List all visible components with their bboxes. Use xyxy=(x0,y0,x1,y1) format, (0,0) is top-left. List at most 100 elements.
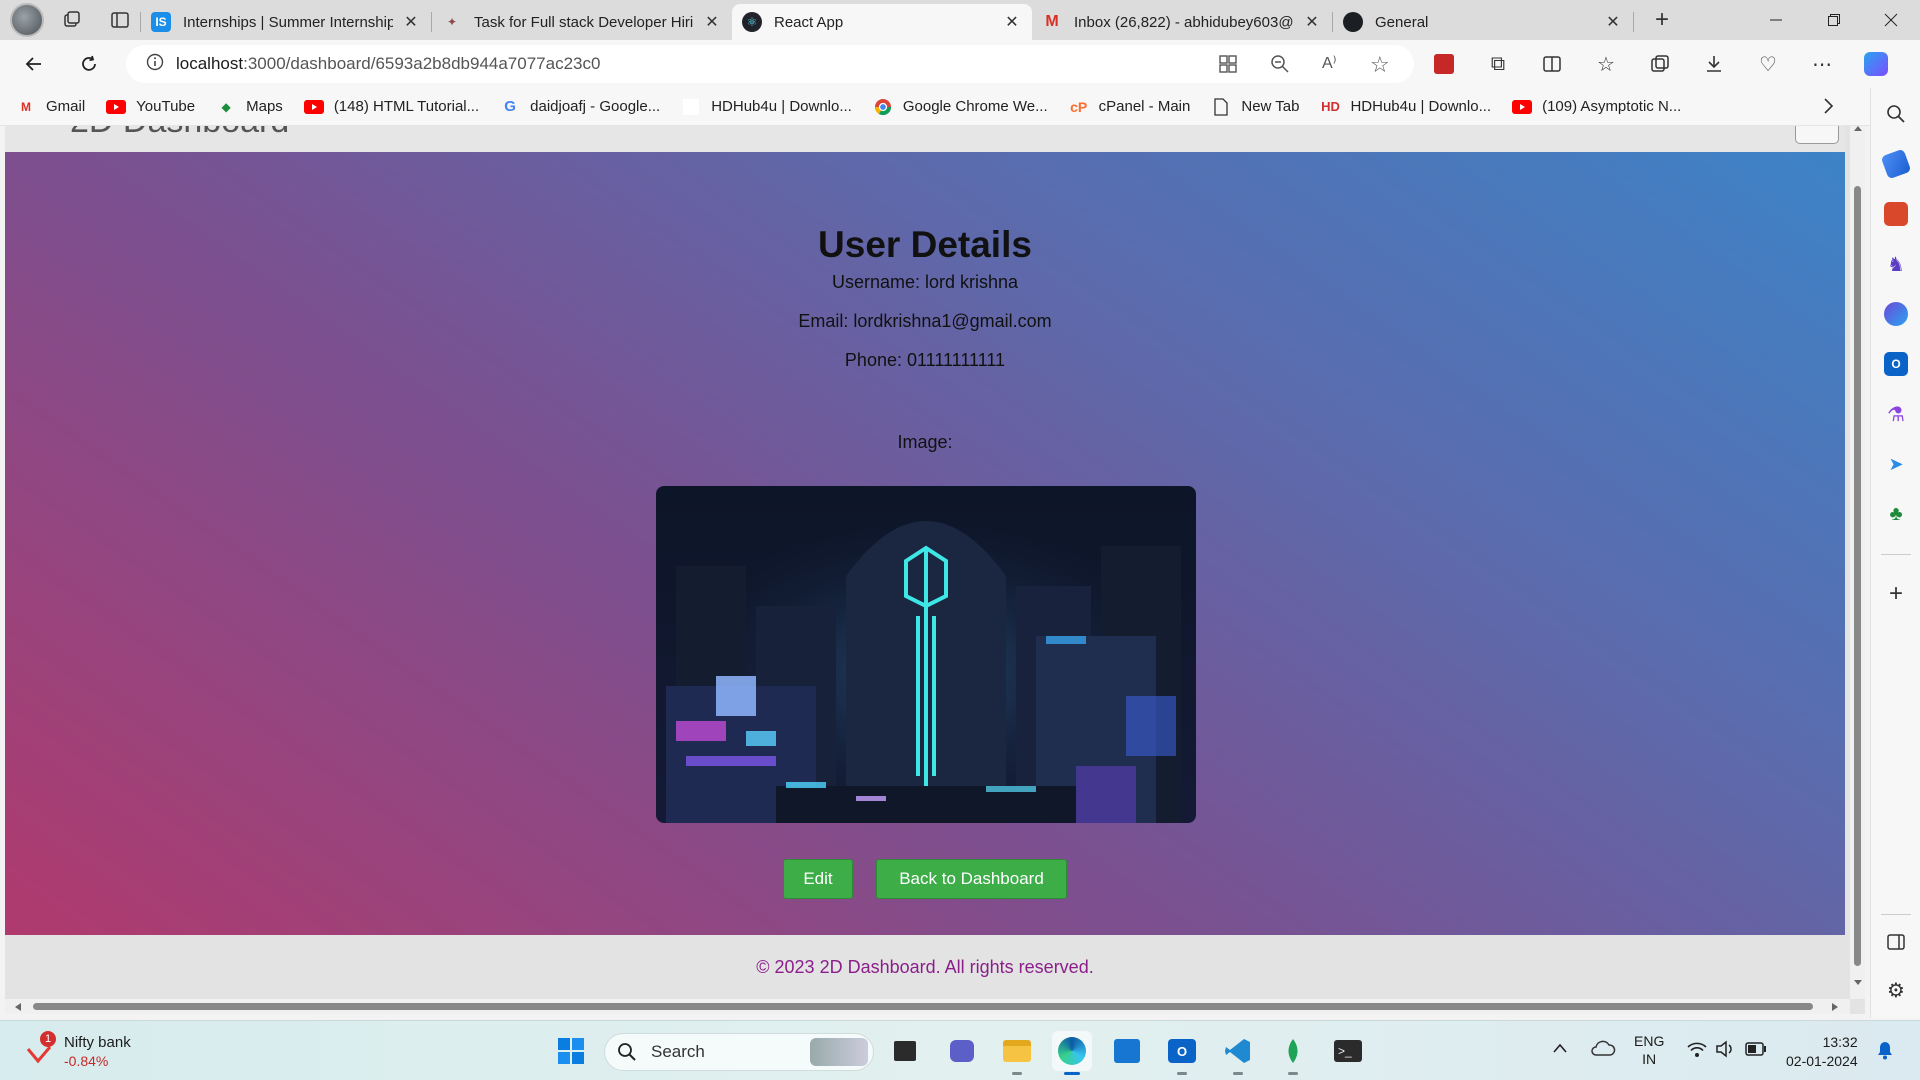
designer-icon[interactable]: ⚗ xyxy=(1884,402,1908,426)
bookmark-label: HDHub4u | Downlo... xyxy=(1350,98,1492,115)
settings-gear-icon[interactable]: ⚙ xyxy=(1884,978,1908,1002)
close-icon[interactable]: ✕ xyxy=(1002,12,1022,32)
back-to-dashboard-button[interactable]: Back to Dashboard xyxy=(876,859,1067,899)
add-sidebar-app-icon[interactable]: + xyxy=(1884,580,1908,607)
internshala-icon: IS xyxy=(151,12,171,32)
restore-icon[interactable] xyxy=(1805,0,1863,40)
stock-widget[interactable]: 1 Nifty bank -0.84% xyxy=(22,1029,162,1073)
main-content: User Details Username: lord krishna Emai… xyxy=(5,152,1845,935)
collections-icon[interactable] xyxy=(1640,44,1680,84)
scroll-right-icon[interactable] xyxy=(1830,1002,1840,1012)
close-window-icon[interactable] xyxy=(1862,0,1920,40)
bookmark-asymptotic[interactable]: (109) Asymptotic N... xyxy=(1512,98,1681,115)
zoom-icon[interactable] xyxy=(1270,54,1290,79)
tab-task[interactable]: ✦ Task for Full stack Developer Hirin ✕ xyxy=(432,4,732,40)
browser-essentials-icon[interactable]: ♡ xyxy=(1748,44,1788,84)
youtube-icon xyxy=(106,99,127,115)
bookmark-label: (148) HTML Tutorial... xyxy=(333,98,480,115)
bookmark-maps[interactable]: ◆ Maps xyxy=(216,98,283,115)
maps-icon: ◆ xyxy=(221,99,231,114)
close-icon[interactable]: ✕ xyxy=(1603,12,1623,32)
split-screen-icon[interactable] xyxy=(1532,44,1572,84)
header-brand[interactable]: 2D Dashboard xyxy=(70,126,289,141)
bookmark-hdhub-2[interactable]: HD HDHub4u | Downlo... xyxy=(1320,98,1491,115)
file-explorer-icon[interactable] xyxy=(997,1031,1037,1075)
tab-gmail[interactable]: M Inbox (26,822) - abhidubey603@ ✕ xyxy=(1032,4,1332,40)
new-tab-icon[interactable]: + xyxy=(1642,3,1682,37)
start-windows-icon[interactable] xyxy=(551,1031,591,1071)
horizontal-scrollbar[interactable] xyxy=(5,999,1850,1014)
edit-button[interactable]: Edit xyxy=(783,859,853,899)
bookmark-label: New Tab xyxy=(1241,98,1300,115)
minimize-icon[interactable] xyxy=(1747,0,1805,40)
outlook-icon[interactable]: O xyxy=(1884,352,1908,376)
scroll-up-icon[interactable] xyxy=(1853,126,1863,134)
battery-icon[interactable] xyxy=(1745,1042,1767,1061)
page-footer: © 2023 2D Dashboard. All rights reserved… xyxy=(5,935,1845,999)
language-indicator[interactable]: ENG IN xyxy=(1634,1032,1664,1068)
outlook-new-icon[interactable]: O xyxy=(1162,1031,1202,1075)
volume-icon[interactable] xyxy=(1715,1040,1737,1063)
tab-react-app[interactable]: ⚛ React App ✕ xyxy=(732,4,1032,40)
address-bar[interactable]: localhost:3000/dashboard/6593a2b8db944a7… xyxy=(126,45,1414,83)
show-hidden-icons-chevron-icon[interactable] xyxy=(1552,1041,1568,1059)
favorites-icon[interactable]: ☆ xyxy=(1586,44,1626,84)
tree-icon[interactable]: ♣ xyxy=(1884,502,1908,526)
vscode-icon[interactable] xyxy=(1218,1031,1258,1075)
tab-internships[interactable]: IS Internships | Summer Internship ✕ xyxy=(141,4,431,40)
edge-browser-icon[interactable] xyxy=(1052,1031,1092,1075)
bookmark-google[interactable]: Gdaidjoafj - Google... xyxy=(500,98,660,115)
extensions-puzzle-icon[interactable]: ⧉ xyxy=(1478,44,1518,84)
games-chess-icon[interactable]: ♞ xyxy=(1884,252,1908,276)
onedrive-cloud-icon[interactable] xyxy=(1590,1039,1616,1064)
read-aloud-icon[interactable]: A⁾ xyxy=(1322,53,1337,73)
back-icon[interactable] xyxy=(14,44,54,84)
copilot-icon[interactable] xyxy=(1856,44,1896,84)
bookmarks-more-icon[interactable] xyxy=(1822,97,1834,120)
vertical-scrollbar[interactable] xyxy=(1850,126,1865,999)
bookmark-youtube[interactable]: YouTube xyxy=(106,98,195,115)
send-plane-icon[interactable]: ➤ xyxy=(1884,452,1908,476)
refresh-icon[interactable] xyxy=(69,44,109,84)
site-info-icon[interactable] xyxy=(146,53,164,76)
terminal-icon[interactable]: >_ xyxy=(1328,1031,1368,1071)
bookmark-hdhub-1[interactable]: HDHub4u | Downlo... xyxy=(681,98,852,115)
extension-red-icon[interactable] xyxy=(1424,44,1464,84)
favorite-star-icon[interactable]: ☆ xyxy=(1370,52,1390,78)
vertical-scroll-thumb[interactable] xyxy=(1854,186,1861,966)
bookmark-new-tab[interactable]: New Tab xyxy=(1211,97,1300,116)
task-view-icon[interactable] xyxy=(885,1031,925,1071)
notification-bell-icon[interactable] xyxy=(1876,1040,1894,1065)
microsoft-365-icon[interactable] xyxy=(1884,302,1908,326)
page-viewport: 2D Dashboard User Details Username: lord… xyxy=(5,126,1865,1014)
close-icon[interactable]: ✕ xyxy=(1302,12,1322,32)
workspaces-icon[interactable] xyxy=(52,3,92,37)
tools-briefcase-icon[interactable] xyxy=(1884,202,1908,226)
microsoft-store-icon[interactable] xyxy=(1107,1031,1147,1071)
toolbar-extensions: ⧉ ☆ ♡ ⋯ xyxy=(1420,44,1896,84)
scroll-down-icon[interactable] xyxy=(1853,978,1863,988)
tab-github[interactable]: General ✕ xyxy=(1333,4,1633,40)
bookmark-html-tutorial[interactable]: (148) HTML Tutorial... xyxy=(303,98,480,115)
app-available-icon[interactable] xyxy=(1218,54,1238,79)
mongodb-compass-icon[interactable] xyxy=(1273,1031,1313,1075)
close-icon[interactable]: ✕ xyxy=(702,12,722,32)
bookmark-cpanel[interactable]: cP cPanel - Main xyxy=(1069,98,1190,115)
taskbar-search[interactable]: Search xyxy=(604,1033,874,1071)
bookmark-gmail[interactable]: M Gmail xyxy=(16,98,85,115)
scroll-left-icon[interactable] xyxy=(13,1002,23,1012)
close-icon[interactable]: ✕ xyxy=(401,12,421,32)
more-menu-icon[interactable]: ⋯ xyxy=(1802,44,1842,84)
search-icon[interactable] xyxy=(1884,102,1908,126)
hide-sidebar-icon[interactable] xyxy=(1884,930,1908,954)
downloads-icon[interactable] xyxy=(1694,44,1734,84)
wifi-icon[interactable] xyxy=(1686,1040,1708,1063)
horizontal-scroll-thumb[interactable] xyxy=(33,1003,1813,1010)
navbar-toggle-button[interactable] xyxy=(1795,126,1839,144)
vertical-tabs-icon[interactable] xyxy=(100,3,140,37)
shopping-tag-icon[interactable] xyxy=(1880,148,1912,180)
teams-chat-icon[interactable] xyxy=(942,1031,982,1071)
bookmark-chrome-web[interactable]: Google Chrome We... xyxy=(873,98,1048,115)
clock[interactable]: 13:32 02-01-2024 xyxy=(1786,1033,1858,1071)
profile-avatar[interactable] xyxy=(10,3,44,37)
